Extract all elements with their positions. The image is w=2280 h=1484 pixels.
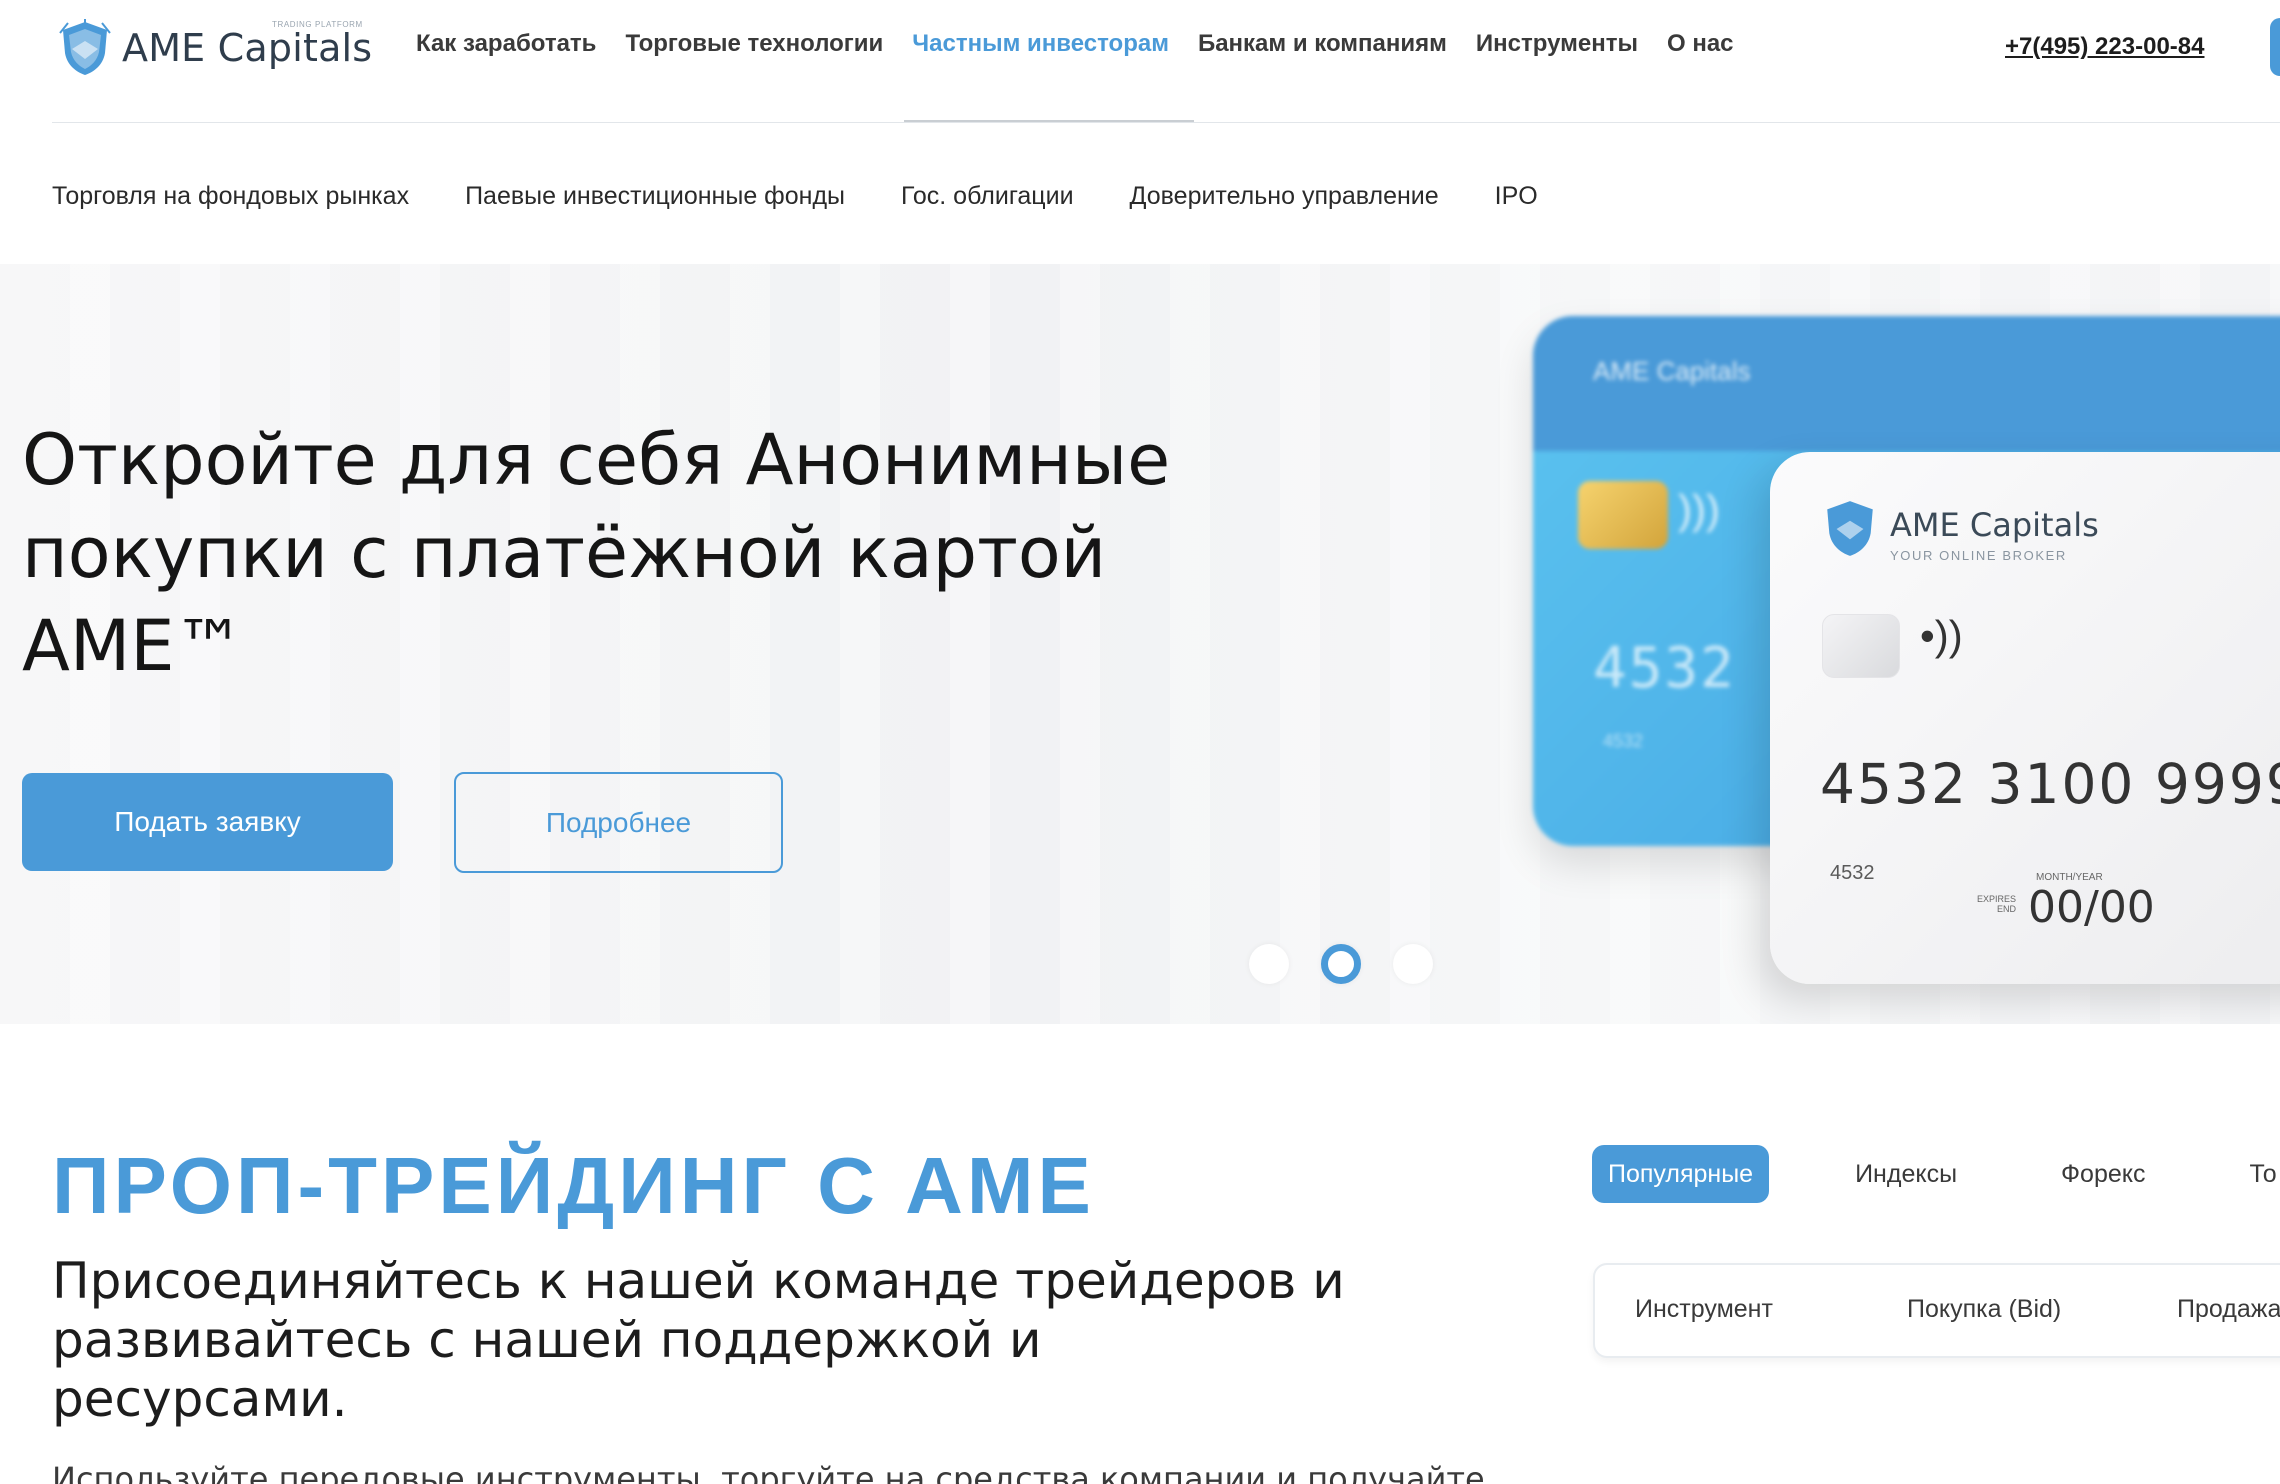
market-tabs: Популярные Индексы Форекс То (1592, 1145, 2277, 1203)
nav-item-banks-companies[interactable]: Банкам и компаниям (1198, 30, 1447, 58)
brand-logo[interactable]: AME Capitals TRADING PLATFORM (58, 16, 372, 80)
nav-item-private-investors[interactable]: Частным инвесторам (912, 30, 1169, 58)
card-back-small: 4532 (1603, 731, 1644, 751)
payment-card-front: AME Capitals YOUR ONLINE BROKER •)) 4532… (1770, 452, 2280, 984)
sub-nav: Торговля на фондовых рынках Паевые инвес… (52, 182, 1594, 211)
header-action-button[interactable] (2270, 18, 2280, 76)
card-expiry: 00/00 (2028, 882, 2155, 933)
card-brand: AME Capitals (1890, 506, 2099, 544)
chip-icon (1822, 614, 1900, 678)
nav-item-earn[interactable]: Как заработать (416, 30, 596, 58)
apply-button[interactable]: Подать заявку (22, 773, 393, 871)
card-expires-label: EXPIRES END (1976, 894, 2016, 914)
slider-dot-1[interactable] (1249, 944, 1289, 984)
tab-popular[interactable]: Популярные (1592, 1145, 1770, 1203)
card-back-brand: AME Capitals (1593, 356, 1751, 386)
slider-dot-2[interactable] (1321, 944, 1361, 984)
column-ask: Продажа (2177, 1295, 2280, 1323)
card-tagline: YOUR ONLINE BROKER (1890, 548, 2067, 563)
phone-link[interactable]: +7(495) 223-00-84 (2005, 33, 2204, 61)
tab-more[interactable]: То (2249, 1160, 2276, 1189)
more-info-button[interactable]: Подробнее (454, 772, 783, 873)
site-header: AME Capitals TRADING PLATFORM Как зарабо… (0, 0, 2280, 124)
prop-trading-subtitle: Присоединяйтесь к нашей команде трейдеро… (52, 1252, 1345, 1428)
nav-item-about[interactable]: О нас (1667, 30, 1734, 58)
brand-name: AME Capitals (122, 26, 373, 70)
hero-title: Откройте для себя Анонимные покупки с пл… (22, 419, 1171, 687)
nav-item-instruments[interactable]: Инструменты (1476, 30, 1638, 58)
tab-forex[interactable]: Форекс (2061, 1160, 2145, 1189)
chip-icon (1578, 481, 1668, 549)
header-divider (52, 122, 2280, 123)
prop-trading-title: ПРОП-ТРЕЙДИНГ С AME (52, 1141, 1095, 1230)
subnav-item-stock-markets[interactable]: Торговля на фондовых рынках (52, 182, 409, 211)
hero-slider: Откройте для себя Анонимные покупки с пл… (0, 264, 2280, 1024)
card-small-number: 4532 (1830, 862, 1875, 884)
subnav-item-gov-bonds[interactable]: Гос. облигации (901, 182, 1074, 211)
main-nav: Как заработать Торговые технологии Частн… (416, 30, 1763, 58)
prop-trading-description: Используйте передовые инструменты, торгу… (52, 1460, 1485, 1484)
shield-logo-icon (59, 19, 111, 75)
slider-pagination (1249, 944, 1433, 984)
column-bid: Покупка (Bid) (1907, 1295, 2062, 1323)
nav-item-trading-tech[interactable]: Торговые технологии (625, 30, 883, 58)
column-instrument: Инструмент (1635, 1295, 1773, 1323)
contactless-icon: ))) (1678, 486, 1720, 533)
shield-logo-icon (1827, 501, 1873, 556)
brand-tagline: TRADING PLATFORM (272, 20, 363, 29)
market-table-header: Инструмент Покупка (Bid) Продажа (1593, 1263, 2280, 1358)
subnav-item-ipo[interactable]: IPO (1495, 182, 1538, 211)
card-number: 4532 3100 9999 0 (1820, 752, 2280, 816)
tab-indices[interactable]: Индексы (1855, 1160, 1957, 1189)
subnav-item-mutual-funds[interactable]: Паевые инвестиционные фонды (465, 182, 845, 211)
contactless-icon: •)) (1920, 612, 1963, 659)
slider-dot-3[interactable] (1393, 944, 1433, 984)
subnav-item-trust-management[interactable]: Доверительно управление (1130, 182, 1439, 211)
